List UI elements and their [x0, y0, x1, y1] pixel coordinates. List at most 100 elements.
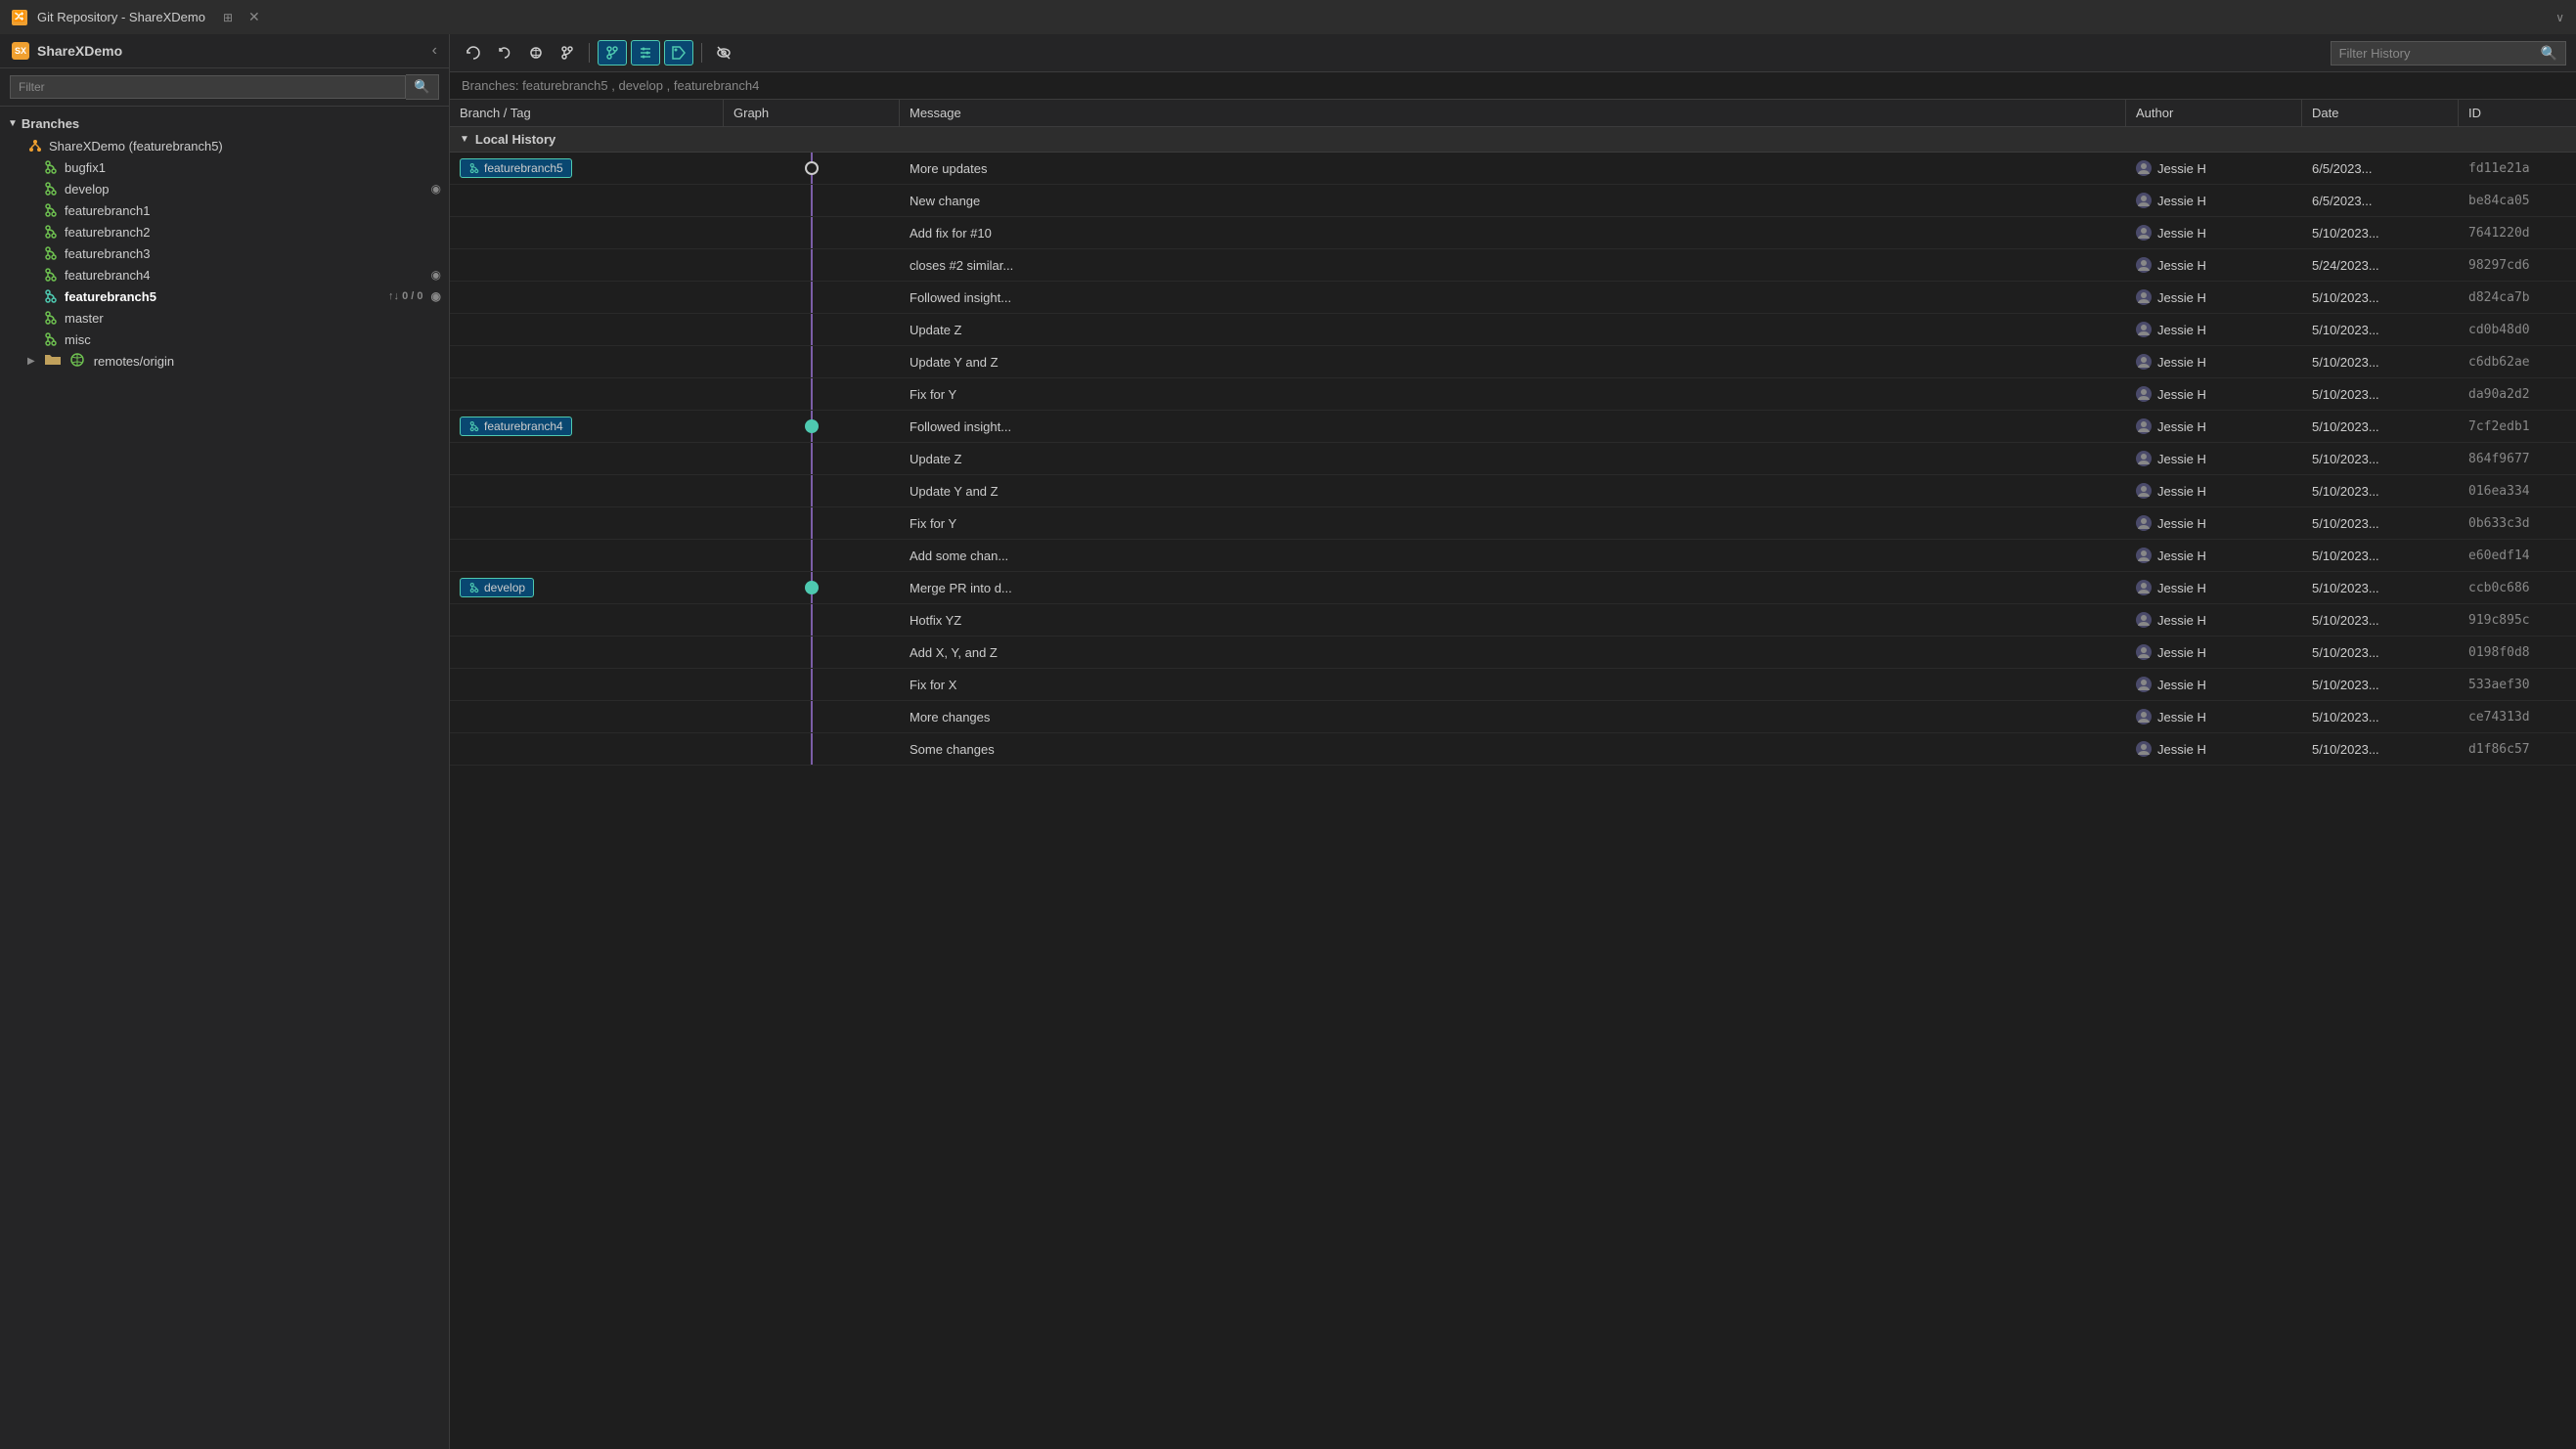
- table-row[interactable]: Fix for Y Jessie H5/10/2023...da90a2d2: [450, 378, 2576, 411]
- table-row[interactable]: Fix for Y Jessie H5/10/2023...0b633c3d: [450, 507, 2576, 540]
- table-cell-branch: [450, 669, 724, 700]
- table-cell-graph: [724, 185, 900, 216]
- table-cell-message: Update Z: [900, 443, 2126, 474]
- table-cell-date: 6/5/2023...: [2302, 153, 2459, 184]
- table-cell-graph: [724, 282, 900, 313]
- close-button[interactable]: ✕: [248, 9, 260, 25]
- table-row[interactable]: Update Y and Z Jessie H5/10/2023...016ea…: [450, 475, 2576, 507]
- sidebar-filter-input[interactable]: [10, 75, 406, 99]
- refresh-button[interactable]: [460, 41, 487, 65]
- branch-button[interactable]: [554, 41, 581, 65]
- sidebar-item-misc[interactable]: misc: [0, 329, 449, 350]
- sidebar-item-bugfix1-label: bugfix1: [65, 160, 441, 175]
- branch-icon-develop: [43, 181, 59, 197]
- filter-history-search-icon[interactable]: 🔍: [2541, 45, 2557, 62]
- table-row[interactable]: featurebranch4Followed insight... Jessie…: [450, 411, 2576, 443]
- avatar: [2136, 644, 2152, 660]
- table-cell-branch: [450, 733, 724, 765]
- sidebar-filter-bar: 🔍: [0, 68, 449, 107]
- table-cell-date: 5/10/2023...: [2302, 217, 2459, 248]
- table-cell-id: e60edf14: [2459, 540, 2576, 571]
- right-panel: 🔍 Branches: featurebranch5 , develop , f…: [450, 34, 2576, 1449]
- table-cell-author: Jessie H: [2126, 249, 2302, 281]
- remotes-chevron: ▶: [27, 356, 35, 367]
- table-row[interactable]: Followed insight... Jessie H5/10/2023...…: [450, 282, 2576, 314]
- sidebar-item-featurebranch2[interactable]: featurebranch2: [0, 221, 449, 242]
- toolbar-separator-1: [589, 43, 590, 63]
- branch-badge[interactable]: featurebranch4: [460, 417, 572, 436]
- table-cell-id: 016ea334: [2459, 475, 2576, 506]
- table-row[interactable]: Update Z Jessie H5/10/2023...864f9677: [450, 443, 2576, 475]
- avatar: [2136, 354, 2152, 370]
- table-row[interactable]: More changes Jessie H5/10/2023...ce74313…: [450, 701, 2576, 733]
- sidebar-item-featurebranch3[interactable]: featurebranch3: [0, 242, 449, 264]
- table-row[interactable]: Some changes Jessie H5/10/2023...d1f86c5…: [450, 733, 2576, 766]
- branch-link-develop[interactable]: develop: [618, 78, 663, 93]
- branches-section-header[interactable]: ▼ Branches: [0, 112, 449, 135]
- branch-link-featurebranch5[interactable]: featurebranch5: [522, 78, 607, 93]
- branch-link-featurebranch4[interactable]: featurebranch4: [674, 78, 759, 93]
- branch-badge[interactable]: featurebranch5: [460, 158, 572, 178]
- table-row[interactable]: closes #2 similar... Jessie H5/24/2023..…: [450, 249, 2576, 282]
- filter-history-input[interactable]: [2339, 46, 2535, 61]
- sidebar-item-featurebranch4[interactable]: featurebranch4 ◉: [0, 264, 449, 285]
- table-cell-message: Update Z: [900, 314, 2126, 345]
- fb4-eye-icon: ◉: [431, 268, 441, 282]
- branch-icon-bugfix1: [43, 159, 59, 175]
- table-row[interactable]: developMerge PR into d... Jessie H5/10/2…: [450, 572, 2576, 604]
- table-cell-message: Followed insight...: [900, 282, 2126, 313]
- sidebar-item-remotes-origin[interactable]: ▶ remotes/origin: [0, 350, 449, 373]
- table-row[interactable]: Update Y and Z Jessie H5/10/2023...c6db6…: [450, 346, 2576, 378]
- table-cell-graph: [724, 249, 900, 281]
- table-cell-date: 5/10/2023...: [2302, 701, 2459, 732]
- table-cell-graph: [724, 443, 900, 474]
- local-history-chevron: ▼: [460, 134, 469, 145]
- local-history-section-header[interactable]: ▼ Local History: [450, 127, 2576, 153]
- table-cell-author: Jessie H: [2126, 185, 2302, 216]
- branch-list-button[interactable]: [631, 40, 660, 66]
- table-row[interactable]: Fix for X Jessie H5/10/2023...533aef30: [450, 669, 2576, 701]
- table-cell-message: More updates: [900, 153, 2126, 184]
- table-cell-branch: [450, 540, 724, 571]
- commit-graph-button[interactable]: [598, 40, 627, 66]
- table-row[interactable]: Hotfix YZ Jessie H5/10/2023...919c895c: [450, 604, 2576, 637]
- sidebar-collapse-button[interactable]: ‹: [432, 42, 437, 60]
- table-cell-message: Hotfix YZ: [900, 604, 2126, 636]
- undo-button[interactable]: [491, 41, 518, 65]
- avatar: [2136, 548, 2152, 563]
- sidebar-filter-search-button[interactable]: 🔍: [406, 74, 439, 100]
- sidebar-section-branches: ▼ Branches ShareXDemo (featurebranch5): [0, 107, 449, 1449]
- table-row[interactable]: Add some chan... Jessie H5/10/2023...e60…: [450, 540, 2576, 572]
- fetch-button[interactable]: [522, 41, 550, 65]
- sidebar-item-fb5-label: featurebranch5: [65, 289, 378, 304]
- table-cell-message: Add X, Y, and Z: [900, 637, 2126, 668]
- pin-button[interactable]: ⊞: [223, 11, 233, 24]
- hide-button[interactable]: [710, 41, 737, 65]
- table-cell-branch: [450, 217, 724, 248]
- sidebar-item-featurebranch1[interactable]: featurebranch1: [0, 199, 449, 221]
- sidebar-item-fb1-label: featurebranch1: [65, 203, 441, 218]
- table-cell-author: Jessie H: [2126, 637, 2302, 668]
- table-row[interactable]: Add X, Y, and Z Jessie H5/10/2023...0198…: [450, 637, 2576, 669]
- table-cell-date: 5/24/2023...: [2302, 249, 2459, 281]
- avatar: [2136, 709, 2152, 724]
- branch-badge[interactable]: develop: [460, 578, 534, 597]
- table-cell-id: ccb0c686: [2459, 572, 2576, 603]
- table-row[interactable]: New change Jessie H6/5/2023...be84ca05: [450, 185, 2576, 217]
- avatar: [2136, 612, 2152, 628]
- table-row[interactable]: featurebranch5More updates Jessie H6/5/2…: [450, 153, 2576, 185]
- table-row[interactable]: Add fix for #10 Jessie H5/10/2023...7641…: [450, 217, 2576, 249]
- window-chevron[interactable]: ∨: [2555, 11, 2564, 24]
- rows-container: featurebranch5More updates Jessie H6/5/2…: [450, 153, 2576, 766]
- table-row[interactable]: Update Z Jessie H5/10/2023...cd0b48d0: [450, 314, 2576, 346]
- table-cell-branch: [450, 475, 724, 506]
- sidebar-item-bugfix1[interactable]: bugfix1: [0, 156, 449, 178]
- sidebar-item-sharexdemo-root[interactable]: ShareXDemo (featurebranch5): [0, 135, 449, 156]
- table-cell-date: 6/5/2023...: [2302, 185, 2459, 216]
- sidebar-item-master[interactable]: master: [0, 307, 449, 329]
- col-header-author: Author: [2126, 100, 2302, 126]
- sidebar-item-featurebranch5[interactable]: featurebranch5 ↑↓ 0 / 0 ◉: [0, 285, 449, 307]
- tag-button[interactable]: [664, 40, 693, 66]
- sidebar-item-develop[interactable]: develop ◉: [0, 178, 449, 199]
- table-cell-author: Jessie H: [2126, 314, 2302, 345]
